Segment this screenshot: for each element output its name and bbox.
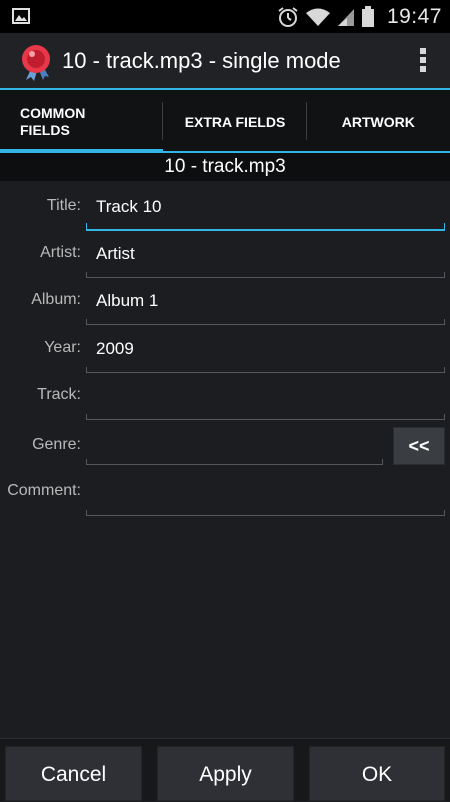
apply-button[interactable]: Apply [157, 746, 294, 801]
action-bar: 10 - track.mp3 - single mode [0, 33, 450, 90]
bottom-button-bar: Cancel Apply OK [0, 738, 450, 801]
year-row: Year: 2009 [0, 327, 450, 375]
tab-common-fields[interactable]: COMMON FIELDS [0, 90, 164, 153]
comment-row: Comment: [0, 470, 450, 518]
overflow-menu-icon[interactable] [418, 48, 428, 76]
album-row: Album: Album 1 [0, 279, 450, 327]
artist-field[interactable]: Artist [86, 232, 445, 278]
artist-label: Artist: [40, 244, 81, 261]
comment-field[interactable] [86, 470, 445, 516]
image-notification-icon [12, 8, 30, 24]
wifi-icon [305, 8, 330, 26]
genre-label: Genre: [32, 436, 81, 453]
album-field[interactable]: Album 1 [86, 279, 445, 325]
year-label: Year: [44, 339, 81, 356]
title-field[interactable]: Track 10 [86, 185, 445, 231]
file-name-header: 10 - track.mp3 [0, 153, 450, 181]
tab-extra-fields[interactable]: EXTRA FIELDS [163, 90, 307, 153]
battery-icon [361, 6, 374, 27]
cancel-button[interactable]: Cancel [5, 746, 142, 801]
genre-picker-button[interactable]: << [393, 427, 445, 465]
window-title: 10 - track.mp3 - single mode [62, 48, 341, 73]
ok-button[interactable]: OK [309, 746, 445, 801]
status-bar: 19:47 [0, 0, 450, 33]
genre-row: Genre: << [0, 419, 450, 467]
tab-bar: COMMON FIELDS EXTRA FIELDS ARTWORK [0, 90, 450, 153]
year-field[interactable]: 2009 [86, 327, 445, 373]
album-value: Album 1 [96, 291, 159, 310]
artist-value: Artist [96, 244, 135, 263]
tab-extra-fields-label: EXTRA FIELDS [184, 113, 286, 130]
genre-field[interactable] [86, 419, 383, 465]
title-row: Title: Track 10 [0, 185, 450, 233]
cell-signal-icon [337, 9, 354, 26]
track-row: Track: [0, 374, 450, 422]
alarm-icon [278, 7, 298, 27]
clock-time: 19:47 [386, 5, 442, 28]
track-label: Track: [37, 386, 81, 403]
title-label: Title: [46, 197, 81, 214]
tab-artwork[interactable]: ARTWORK [307, 90, 450, 153]
status-icons: 19:47 [277, 3, 442, 31]
tab-common-fields-line2: FIELDS [20, 121, 70, 138]
comment-label: Comment: [7, 482, 81, 499]
title-value: Track 10 [96, 197, 162, 216]
artist-row: Artist: Artist [0, 232, 450, 280]
track-field[interactable] [86, 374, 445, 420]
album-label: Album: [31, 291, 81, 308]
year-value: 2009 [96, 339, 134, 358]
tab-common-fields-line1: COMMON [20, 104, 86, 121]
app-logo-icon[interactable] [17, 42, 55, 82]
tab-artwork-label: ARTWORK [341, 113, 415, 130]
